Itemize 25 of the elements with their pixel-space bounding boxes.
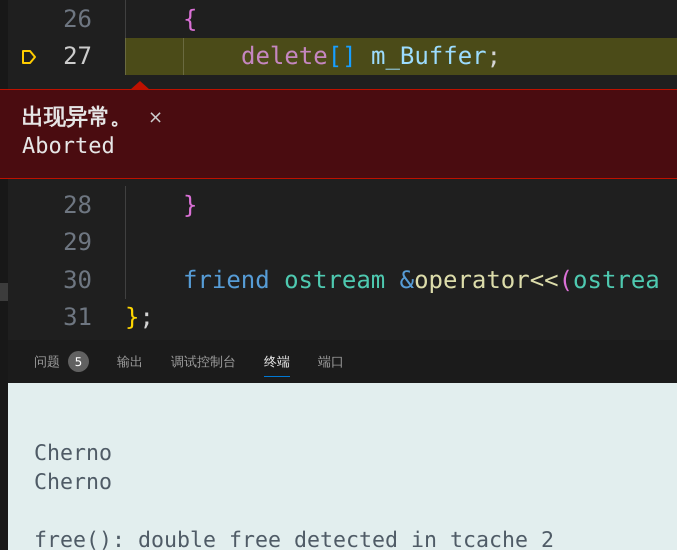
code-line: friend ostream &operator<<(ostrea [183,266,660,294]
code-line: { [183,4,198,33]
count-badge: 5 [68,351,89,372]
terminal-line: Cherno [34,440,114,468]
line-number: 30 [62,266,92,294]
line-number: 27 [62,42,92,70]
line-number: 26 [62,4,92,33]
panel-tab[interactable]: 输出 [117,346,143,376]
exception-title: 出现异常。 [22,104,132,132]
panel-tab[interactable]: 端口 [318,346,344,376]
line-number: 31 [62,303,92,332]
code-line: delete[] m_Buffer; [241,42,502,70]
close-button[interactable]: × [146,106,166,128]
panel-tab[interactable]: 终端 [264,346,290,376]
code-line: } [183,190,198,219]
exception-message: Aborted [22,134,116,159]
terminal-line: free(): double free detected in tcache 2 [34,527,556,550]
panel-tab[interactable]: 问题 5 [34,345,89,378]
terminal-line: Cherno [34,469,114,497]
code-line: }; [125,303,154,332]
debug-pointer-icon [20,48,38,66]
scrollbar-thumb[interactable] [0,283,8,301]
line-number: 28 [62,190,92,219]
line-number: 29 [62,228,92,256]
panel-tab[interactable]: 调试控制台 [171,346,236,376]
